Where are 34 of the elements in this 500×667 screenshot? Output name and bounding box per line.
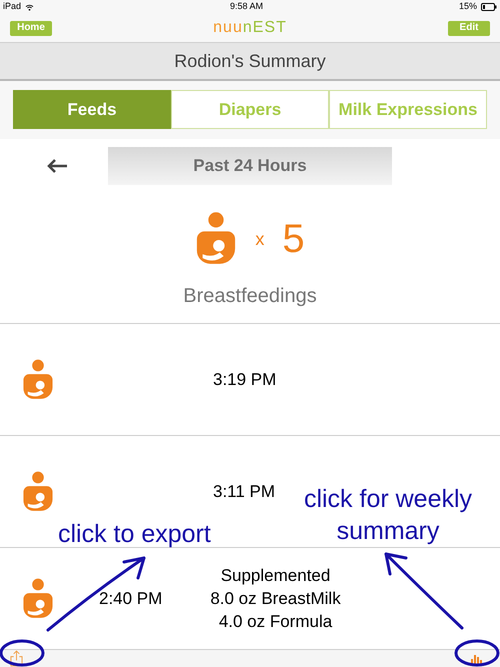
battery-icon <box>481 3 497 11</box>
feed-time: 3:11 PM <box>213 480 276 503</box>
app-logo: nuunEST <box>213 20 287 36</box>
tab[interactable]: Diapers <box>171 90 329 129</box>
battery-percent: 15% <box>458 0 477 14</box>
status-time: 9:58 AM <box>230 0 264 14</box>
share-icon[interactable] <box>10 650 23 667</box>
annotation-text: click for weekly summary <box>302 484 474 547</box>
breastfeeding-icon <box>22 576 54 620</box>
circle-drawing <box>453 638 500 667</box>
wifi-icon <box>25 4 34 10</box>
device-name: iPad <box>3 0 22 14</box>
annotation-text: click to export <box>58 522 211 547</box>
feed-time: 2:40 PM <box>99 588 162 610</box>
feed-note: 8.0 oz BreastMilk <box>210 588 341 610</box>
home-button[interactable]: Home <box>10 20 52 36</box>
summary-label: Breastfeedings <box>183 284 317 309</box>
edit-button[interactable]: Edit <box>448 20 490 36</box>
breastfeeding-icon <box>22 358 54 402</box>
feed-note: 4.0 oz Formula <box>218 611 332 633</box>
breastfeeding-icon <box>22 470 54 514</box>
feed-count: 5 <box>282 219 305 259</box>
feed-time: 3:19 PM <box>213 368 276 391</box>
title-bar: Rodion's Summary <box>0 42 500 81</box>
feed-row[interactable]: 2:40 PM Supplemented 8.0 oz BreastMilk 4.0 oz Formula <box>0 548 500 649</box>
tab[interactable]: Feeds <box>13 90 171 129</box>
multiplier-sign: x <box>255 228 264 250</box>
feed-note: Supplemented <box>220 565 330 587</box>
breastfeeding-icon <box>195 211 238 267</box>
feed-row[interactable]: 3:19 PM <box>0 324 500 436</box>
tab[interactable]: Milk Expressions <box>329 90 487 129</box>
period-header: Past 24 Hours <box>108 147 392 185</box>
back-arrow-icon[interactable] <box>46 158 68 174</box>
circle-drawing <box>0 638 46 667</box>
